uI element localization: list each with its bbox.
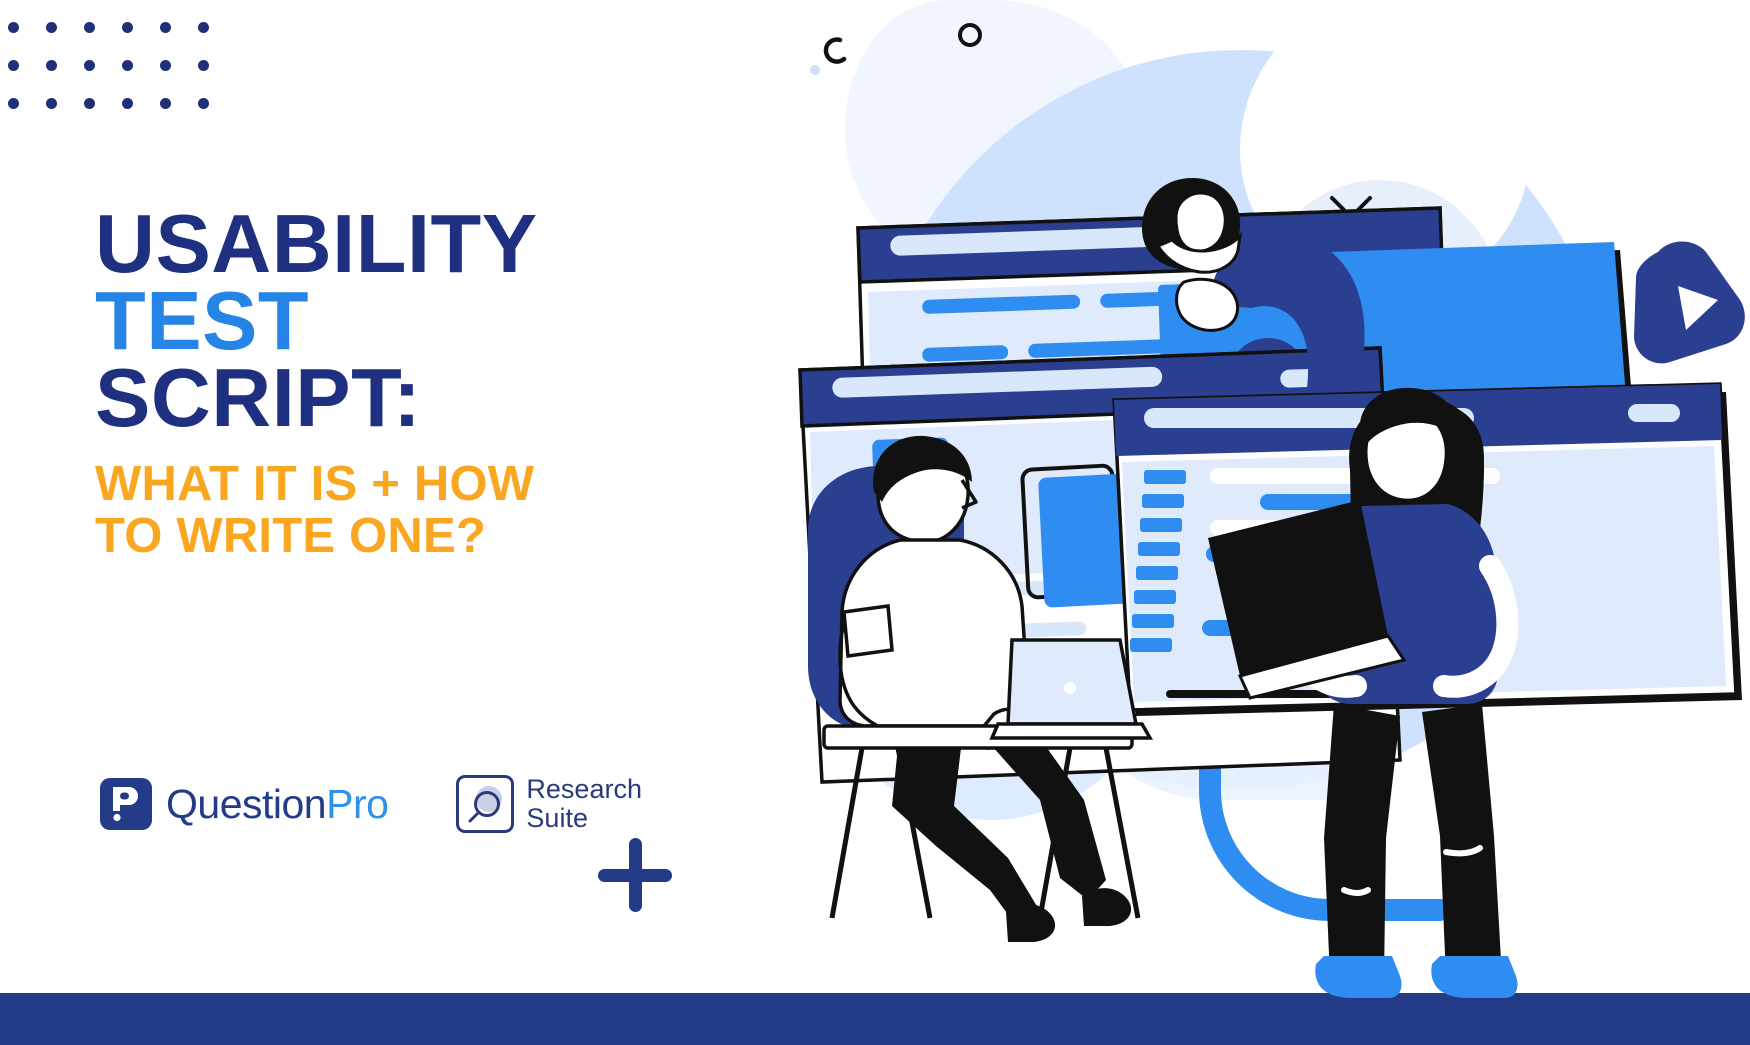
grid-dot [160, 60, 171, 71]
grid-dot [8, 60, 19, 71]
grid-dot [46, 98, 57, 109]
tiny-dot-icon [810, 65, 820, 75]
grid-dot [84, 22, 95, 33]
grid-dot [84, 60, 95, 71]
questionpro-name-part2: Pro [326, 780, 389, 827]
research-suite-wordmark: Research Suite [526, 774, 642, 834]
questionpro-p-mark-icon [100, 778, 152, 831]
grid-dot [8, 98, 19, 109]
plus-horizontal-bar [598, 869, 672, 882]
questionpro-name-part1: Question [166, 780, 327, 827]
play-triangle-icon [1634, 241, 1745, 364]
research-suite-logo: Research Suite [456, 774, 642, 834]
subtitle-line-2: TO WRITE ONE? [95, 508, 486, 563]
subtitle-block: WHAT IT IS + HOW TO WRITE ONE? [95, 456, 715, 563]
p-glyph-icon [113, 787, 138, 822]
c-letter-icon [823, 37, 847, 64]
grid-dot [198, 98, 209, 109]
poster-canvas: USABILITY TEST SCRIPT: WHAT IT IS + HOW … [0, 0, 1750, 1045]
grid-dot [160, 22, 171, 33]
grid-dot [122, 98, 133, 109]
headline-line-2: TEST [95, 274, 310, 368]
usability-testing-illustration [740, 0, 1750, 1000]
grid-dot [84, 98, 95, 109]
plus-icon [598, 838, 672, 912]
grid-dot [122, 60, 133, 71]
headline-line-1: USABILITY [95, 197, 538, 290]
grid-dot [46, 60, 57, 71]
headline-block: USABILITY TEST SCRIPT: WHAT IT IS + HOW … [95, 197, 715, 563]
grid-dot [46, 22, 57, 33]
research-suite-line-1: Research [526, 774, 642, 804]
subtitle-line-1: WHAT IT IS + HOW [95, 456, 535, 511]
questionpro-logo: QuestionPro [100, 778, 389, 831]
magnifier-glyph-icon [468, 791, 501, 823]
headline-line-3: SCRIPT: [95, 351, 422, 445]
grid-dot [122, 22, 133, 33]
bottom-bar [0, 993, 1750, 1045]
dot-grid-icon [8, 22, 209, 109]
questionpro-wordmark: QuestionPro [166, 780, 389, 828]
grid-dot [8, 22, 19, 33]
grid-dot [198, 22, 209, 33]
research-suite-line-2: Suite [526, 803, 588, 834]
grid-dot [198, 60, 209, 71]
grid-dot [160, 98, 171, 109]
logo-row: QuestionPro Research Suite [100, 774, 642, 834]
magnifier-icon [456, 775, 515, 834]
